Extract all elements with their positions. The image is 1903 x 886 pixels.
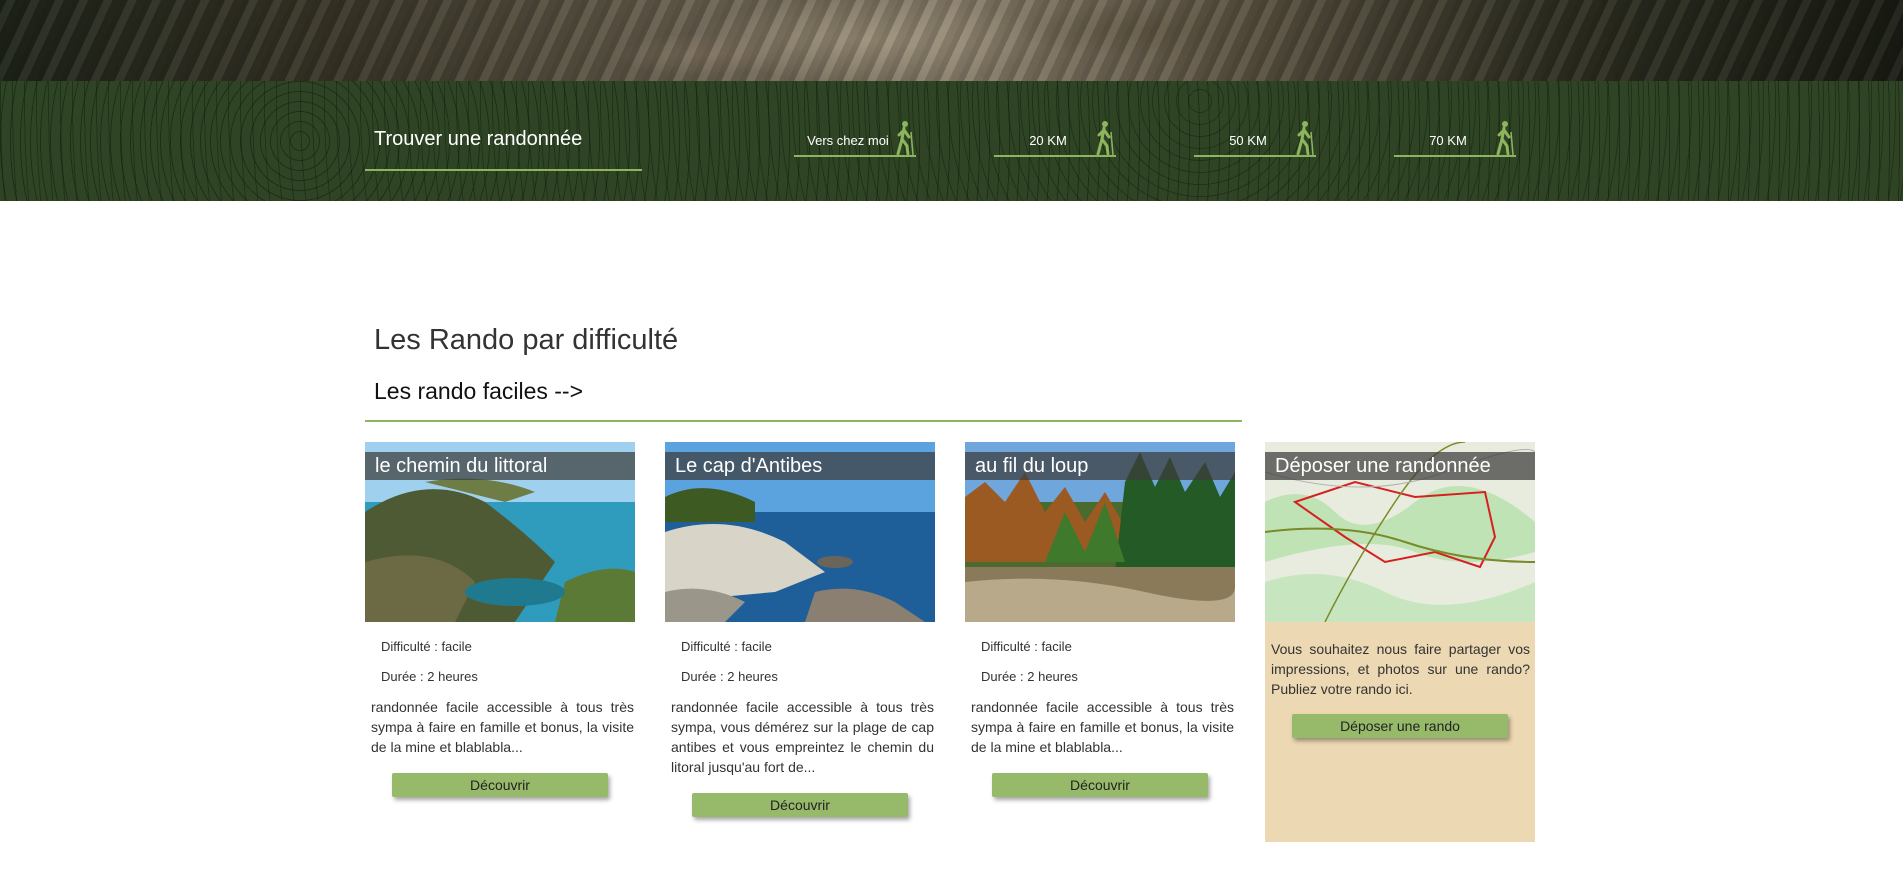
hike-difficulty: Difficulté : facile (381, 639, 472, 654)
hike-duration: Durée : 2 heures (381, 669, 478, 684)
hike-description: randonnée facile accessible à tous très … (671, 699, 934, 775)
hike-description: randonnée facile accessible à tous très … (371, 699, 634, 755)
hike-title: Le cap d'Antibes (665, 452, 935, 480)
hike-difficulty: Difficulté : facile (681, 639, 772, 654)
distance-label: 20 KM (1029, 133, 1067, 148)
distance-70km-button[interactable]: 70 KM (1394, 118, 1516, 158)
distance-label: Vers chez moi (807, 133, 889, 148)
distance-50km-button[interactable]: 50 KM (1194, 118, 1316, 158)
discover-button[interactable]: Découvrir (392, 773, 608, 797)
search-band (0, 81, 1903, 201)
hike-title: au fil du loup (965, 452, 1235, 480)
hike-photo[interactable]: au fil du loup (965, 442, 1235, 622)
submit-description: Vous souhaitez nous faire partager vos i… (1271, 641, 1530, 697)
distance-label: 50 KM (1229, 133, 1267, 148)
discover-button[interactable]: Découvrir (692, 793, 908, 817)
hike-difficulty: Difficulté : facile (981, 639, 1072, 654)
hike-duration: Durée : 2 heures (681, 669, 778, 684)
hiker-icon (1296, 121, 1314, 156)
hike-photo[interactable]: Le cap d'Antibes (665, 442, 935, 622)
distance-20km-button[interactable]: 20 KM (994, 118, 1116, 158)
section-title: Les Rando par difficulté (374, 324, 679, 356)
hike-title: le chemin du littoral (365, 452, 635, 480)
hike-duration: Durée : 2 heures (981, 669, 1078, 684)
subtitle-underline (365, 420, 1242, 422)
hike-description: randonnée facile accessible à tous très … (971, 699, 1234, 755)
find-hike-title: Trouver une randonnée (374, 128, 583, 150)
hiker-icon (896, 121, 914, 156)
distance-near-me-button[interactable]: Vers chez moi (794, 118, 916, 158)
submit-hike-card: Déposer une randonnée Vous souhaitez nou… (1265, 442, 1535, 842)
easy-hikes-subtitle: Les rando faciles --> (374, 378, 584, 404)
hiker-icon (1096, 121, 1114, 156)
hiker-icon (1496, 121, 1514, 156)
discover-button[interactable]: Découvrir (992, 773, 1208, 797)
hike-photo[interactable]: le chemin du littoral (365, 442, 635, 622)
find-hike-underline (365, 169, 642, 171)
submit-hike-button[interactable]: Déposer une rando (1292, 714, 1508, 738)
map-image[interactable]: Déposer une randonnée (1265, 442, 1535, 622)
hero-image (0, 0, 1903, 81)
distance-label: 70 KM (1429, 133, 1467, 148)
submit-title: Déposer une randonnée (1265, 452, 1535, 480)
